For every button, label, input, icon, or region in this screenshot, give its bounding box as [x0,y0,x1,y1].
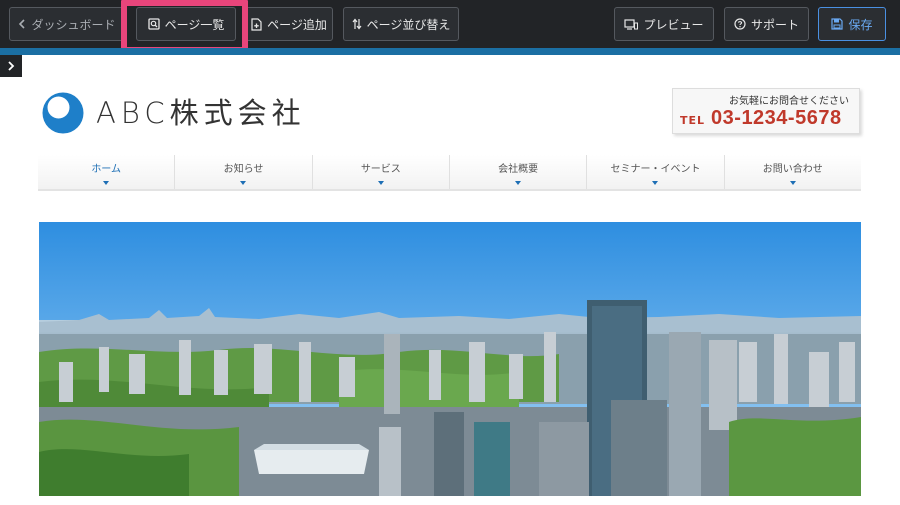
nav-item-label: お問い合わせ [762,164,823,175]
chevron-right-icon [7,61,15,71]
caret-down-icon [103,181,110,185]
support-button[interactable]: サポート [724,7,809,41]
tel-label: TEL [680,114,706,127]
nav-item-contact[interactable]: お問い合わせ [725,155,861,189]
floppy-disk-icon [831,18,844,30]
preview-button-label: プレビュー [643,17,704,32]
nav-item-seminars[interactable]: セミナー・イベント [587,155,725,189]
contact-phone: TEL 03-1234-5678 [680,107,842,130]
sidebar-toggle-button[interactable] [0,55,22,77]
reorder-pages-button[interactable]: ページ並び替え [343,7,459,41]
save-button-label: 保存 [848,17,873,32]
contact-banner[interactable]: お気軽にお問合せください TEL 03-1234-5678 [672,88,860,134]
tel-number: 03-1234-5678 [711,107,842,129]
city-skyline-illustration [39,222,861,496]
nav-item-company[interactable]: 会社概要 [450,155,588,189]
monitor-phone-icon [624,18,639,30]
add-page-button[interactable]: ページ追加 [245,7,333,41]
caret-down-icon [240,181,247,185]
add-page-button-label: ページ追加 [267,17,327,32]
question-circle-icon [734,18,746,30]
dashboard-button[interactable]: ダッシュボード [9,7,125,41]
company-name: ABC株式会社 [96,96,306,130]
dashboard-button-label: ダッシュボード [31,17,116,32]
global-nav: ホーム お知らせ サービス 会社概要 セミナー・イベント お問い合わせ [38,155,861,191]
support-button-label: サポート [750,17,799,32]
company-logo-icon [42,92,84,134]
nav-item-label: お知らせ [223,164,264,175]
nav-item-label: ホーム [91,164,122,175]
nav-item-news[interactable]: お知らせ [175,155,313,189]
hero-image [39,222,861,496]
caret-down-icon [515,181,522,185]
nav-item-label: 会社概要 [498,164,539,175]
save-button[interactable]: 保存 [818,7,886,41]
sort-icon [352,18,362,30]
nav-item-home[interactable]: ホーム [38,155,176,189]
contact-note: お気軽にお問合せください [729,96,849,107]
caret-down-icon [377,181,384,185]
chevron-left-icon [18,19,26,29]
nav-item-label: サービス [360,164,401,175]
preview-button[interactable]: プレビュー [614,7,714,41]
page-plus-icon [251,17,262,31]
caret-down-icon [789,181,796,185]
page-list-highlight-frame [121,0,248,53]
nav-item-services[interactable]: サービス [313,155,450,189]
reorder-pages-button-label: ページ並び替え [366,17,451,32]
toolbar-accent-strip [0,48,900,55]
caret-down-icon [652,181,659,185]
editor-toolbar: ダッシュボード ページ一覧 ページ追加 ページ並び替え プレビュー サポート 保… [0,0,900,53]
nav-item-label: セミナー・イベント [610,164,701,175]
